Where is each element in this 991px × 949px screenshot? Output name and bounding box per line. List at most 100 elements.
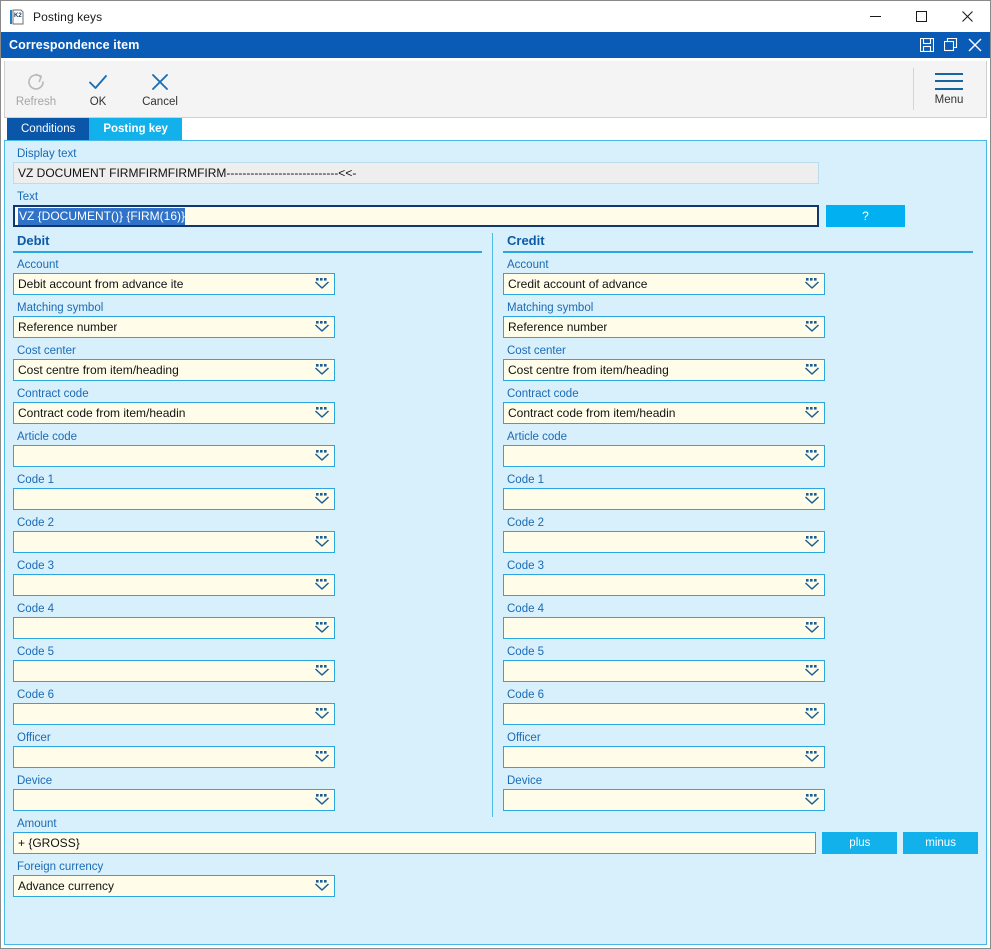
credit-field-input[interactable]: Reference number (503, 316, 825, 338)
dropdown-icon[interactable] (804, 535, 820, 549)
plus-button[interactable]: plus (822, 832, 898, 854)
minus-button[interactable]: minus (903, 832, 978, 854)
debit-field-input[interactable] (13, 746, 335, 768)
document-close-button[interactable] (964, 34, 986, 56)
svg-text:K2: K2 (14, 13, 22, 19)
debit-field-label: Officer (17, 732, 51, 744)
amount-group: Amount + {GROSS} (13, 817, 817, 854)
dropdown-icon[interactable] (804, 363, 820, 377)
dropdown-icon[interactable] (804, 621, 820, 635)
credit-field-input[interactable] (503, 574, 825, 596)
debit-field-input[interactable] (13, 531, 335, 553)
dropdown-icon[interactable] (314, 277, 330, 291)
dropdown-icon[interactable] (804, 320, 820, 334)
debit-field-group: Code 4 (13, 602, 482, 639)
dropdown-icon[interactable] (314, 492, 330, 506)
credit-field-input[interactable] (503, 617, 825, 639)
cancel-button[interactable]: Cancel (129, 62, 191, 116)
credit-field-label: Account (507, 259, 549, 271)
dropdown-icon[interactable] (314, 535, 330, 549)
dropdown-icon[interactable] (314, 879, 330, 893)
debit-field-value: Contract code from item/headin (18, 406, 186, 420)
restore-icon (944, 38, 958, 52)
debit-field-input[interactable]: Reference number (13, 316, 335, 338)
dropdown-icon[interactable] (314, 707, 330, 721)
debit-field-value: Cost centre from item/heading (18, 363, 179, 377)
document-header: Correspondence item (1, 32, 990, 58)
debit-field-input[interactable] (13, 660, 335, 682)
dropdown-icon[interactable] (804, 750, 820, 764)
debit-field-group: Device (13, 774, 482, 811)
credit-field-input[interactable] (503, 746, 825, 768)
cross-icon (152, 73, 168, 90)
credit-field-input[interactable] (503, 531, 825, 553)
refresh-button[interactable]: Refresh (5, 62, 67, 116)
dropdown-icon[interactable] (804, 578, 820, 592)
menu-button[interactable]: Menu (918, 62, 980, 116)
debit-field-input[interactable] (13, 488, 335, 510)
text-input[interactable]: VZ {DOCUMENT()} {FIRM(16)} (13, 205, 819, 227)
display-text-group: Display text VZ DOCUMENT FIRMFIRMFIRMFIR… (13, 147, 978, 184)
dropdown-icon[interactable] (314, 363, 330, 377)
credit-field-list: Account Credit account of advance Matching… (503, 258, 973, 811)
dropdown-icon[interactable] (314, 664, 330, 678)
debit-field-group: Matching symbol Reference number (13, 301, 482, 338)
document-title: Correspondence item (9, 38, 140, 52)
dropdown-icon[interactable] (314, 320, 330, 334)
debit-field-input[interactable] (13, 574, 335, 596)
credit-rule (503, 251, 973, 253)
tab-conditions[interactable]: Conditions (7, 118, 90, 140)
amount-input[interactable]: + {GROSS} (13, 832, 817, 854)
dropdown-icon[interactable] (314, 449, 330, 463)
credit-field-group: Code 6 (503, 688, 973, 725)
debit-field-input[interactable] (13, 789, 335, 811)
credit-field-input[interactable]: Cost centre from item/heading (503, 359, 825, 381)
dropdown-icon[interactable] (804, 449, 820, 463)
foreign-currency-input[interactable]: Advance currency (13, 875, 335, 897)
debit-field-group: Code 3 (13, 559, 482, 596)
credit-field-input[interactable] (503, 789, 825, 811)
debit-field-label: Code 6 (17, 689, 55, 701)
credit-field-input[interactable] (503, 660, 825, 682)
dropdown-icon[interactable] (314, 793, 330, 807)
ok-button[interactable]: OK (67, 62, 129, 116)
maximize-button[interactable] (898, 1, 944, 32)
debit-field-label: Code 5 (17, 646, 55, 658)
restore-button[interactable] (940, 34, 962, 56)
credit-field-input[interactable] (503, 703, 825, 725)
close-icon (961, 11, 973, 22)
dropdown-icon[interactable] (314, 406, 330, 420)
credit-field-label: Cost center (507, 345, 566, 357)
debit-field-input[interactable]: Debit account from advance ite (13, 273, 335, 295)
debit-field-group: Account Debit account from advance ite (13, 258, 482, 295)
credit-field-group: Account Credit account of advance (503, 258, 973, 295)
dropdown-icon[interactable] (804, 492, 820, 506)
close-button[interactable] (944, 1, 990, 32)
credit-field-input[interactable]: Contract code from item/headin (503, 402, 825, 424)
display-text-label: Display text (17, 148, 77, 160)
dropdown-icon[interactable] (804, 277, 820, 291)
dropdown-icon[interactable] (804, 793, 820, 807)
help-button[interactable]: ? (826, 205, 905, 227)
dropdown-icon[interactable] (314, 578, 330, 592)
minimize-button[interactable] (852, 1, 898, 32)
dropdown-icon[interactable] (314, 621, 330, 635)
foreign-currency-label: Foreign currency (17, 861, 104, 873)
credit-field-input[interactable]: Credit account of advance (503, 273, 825, 295)
dropdown-icon[interactable] (314, 750, 330, 764)
dropdown-icon[interactable] (804, 707, 820, 721)
debit-field-input[interactable] (13, 703, 335, 725)
credit-field-input[interactable] (503, 445, 825, 467)
credit-field-input[interactable] (503, 488, 825, 510)
tab-posting-key[interactable]: Posting key (89, 118, 182, 140)
dropdown-icon[interactable] (804, 406, 820, 420)
debit-field-input[interactable]: Cost centre from item/heading (13, 359, 335, 381)
dropdown-icon[interactable] (804, 664, 820, 678)
save-button[interactable] (916, 34, 938, 56)
credit-field-label: Code 1 (507, 474, 545, 486)
document-header-controls (916, 32, 986, 58)
debit-field-input[interactable] (13, 617, 335, 639)
debit-field-input[interactable]: Contract code from item/headin (13, 402, 335, 424)
debit-field-input[interactable] (13, 445, 335, 467)
credit-field-group: Code 1 (503, 473, 973, 510)
